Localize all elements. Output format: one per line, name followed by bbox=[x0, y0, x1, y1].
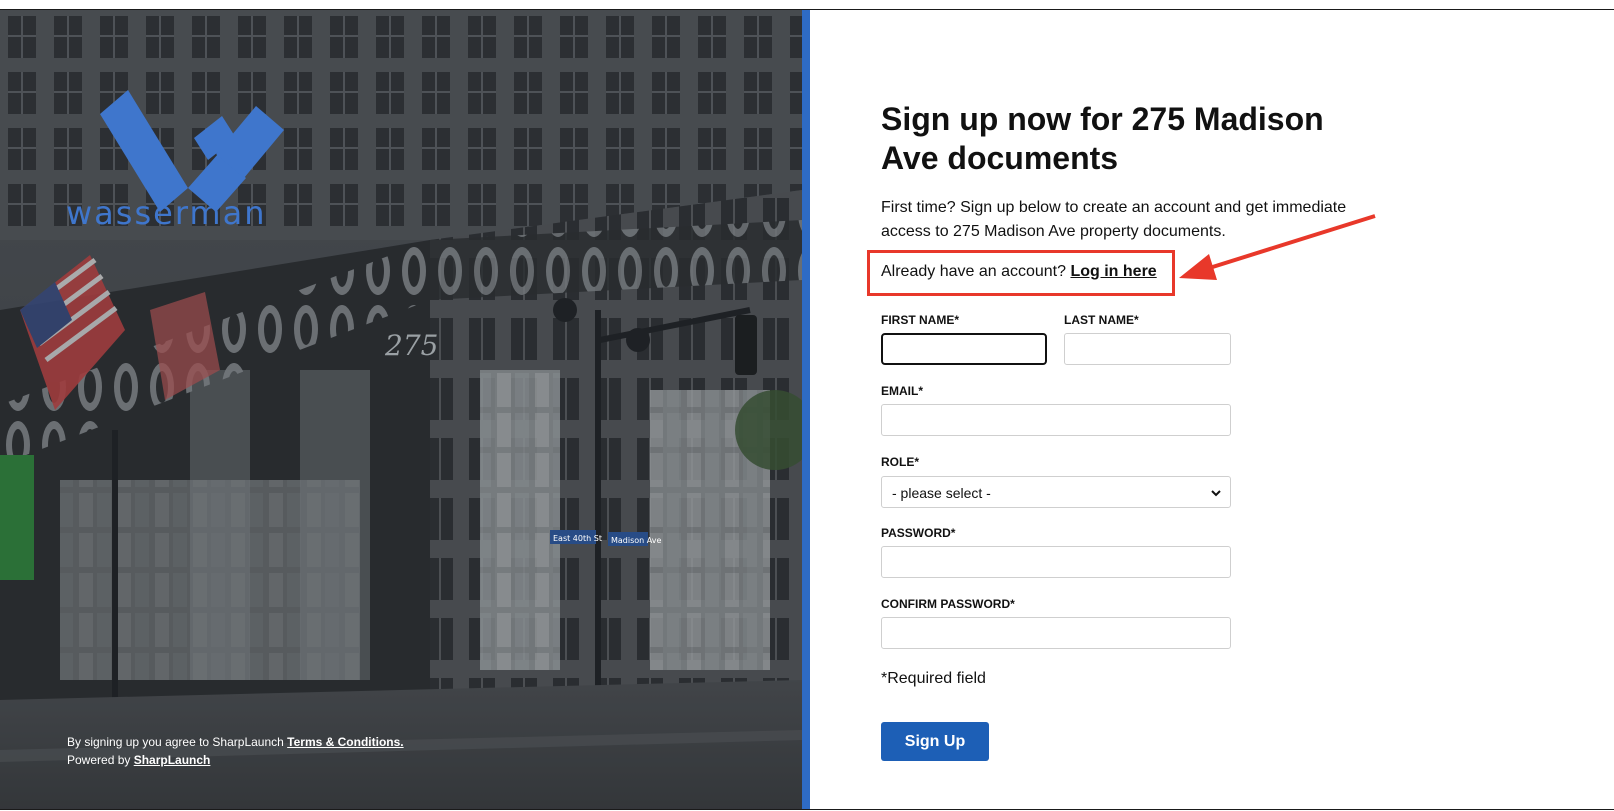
first-name-label: FIRST NAME* bbox=[881, 313, 959, 327]
login-prompt-text: Already have an account? bbox=[881, 263, 1071, 280]
role-select[interactable]: - please select - bbox=[881, 476, 1231, 508]
powered-by-line: Powered by SharpLaunch bbox=[67, 751, 404, 769]
sign-up-button[interactable]: Sign Up bbox=[881, 722, 989, 761]
terms-prefix: By signing up you agree to SharpLaunch bbox=[67, 735, 288, 749]
first-name-input[interactable] bbox=[881, 333, 1047, 365]
page-title: Sign up now for 275 Madison Ave document… bbox=[881, 101, 1324, 176]
annotation-arrow bbox=[1179, 214, 1376, 280]
accent-stripe bbox=[802, 10, 810, 809]
role-select-value: - please select - bbox=[892, 485, 991, 501]
confirm-password-label: CONFIRM PASSWORD* bbox=[881, 597, 1015, 611]
last-name-input[interactable] bbox=[1064, 333, 1231, 365]
wasserman-logo-text: wasserman bbox=[66, 194, 267, 232]
login-link[interactable]: Log in here bbox=[1070, 263, 1156, 280]
login-prompt: Already have an account? Log in here bbox=[881, 263, 1157, 281]
email-input[interactable] bbox=[881, 404, 1231, 436]
hero-footer: By signing up you agree to SharpLaunch T… bbox=[67, 733, 404, 769]
signup-panel: Sign up now for 275 Madison Ave document… bbox=[810, 10, 1614, 809]
email-label: EMAIL* bbox=[881, 384, 923, 398]
page-frame: 275 East 40th St Madison Ave wasserman B… bbox=[0, 9, 1614, 810]
confirm-password-input[interactable] bbox=[881, 617, 1231, 649]
sharplaunch-link[interactable]: SharpLaunch bbox=[134, 753, 211, 767]
terms-line: By signing up you agree to SharpLaunch T… bbox=[67, 733, 404, 751]
address-numeral: 275 bbox=[384, 329, 438, 362]
password-input[interactable] bbox=[881, 546, 1231, 578]
role-label: ROLE* bbox=[881, 455, 920, 469]
required-field-note: *Required field bbox=[881, 670, 986, 687]
hero-panel: 275 East 40th St Madison Ave wasserman B… bbox=[0, 10, 802, 809]
terms-link[interactable]: Terms & Conditions. bbox=[287, 735, 403, 749]
powered-prefix: Powered by bbox=[67, 753, 134, 767]
street-sign-1: East 40th St bbox=[553, 534, 602, 543]
last-name-label: LAST NAME* bbox=[1064, 313, 1139, 327]
street-sign-2: Madison Ave bbox=[611, 536, 662, 545]
password-label: PASSWORD* bbox=[881, 526, 956, 540]
chevron-down-icon bbox=[1211, 490, 1221, 497]
